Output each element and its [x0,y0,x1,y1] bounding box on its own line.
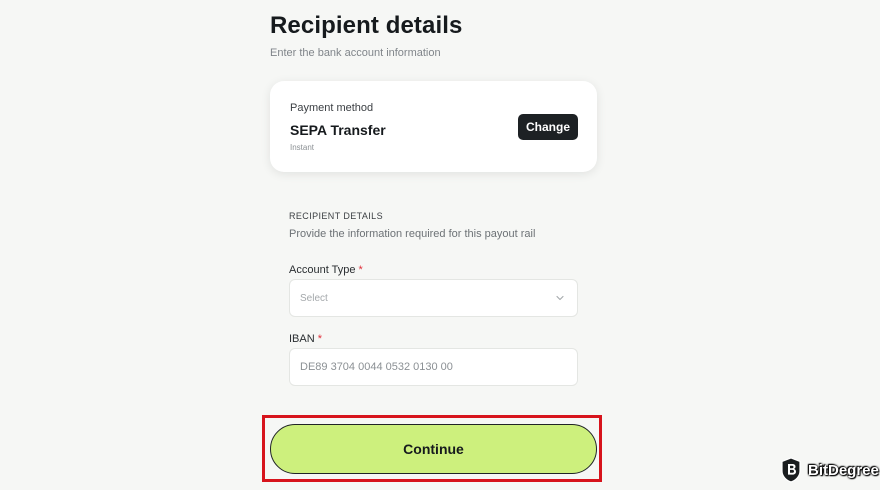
iban-input-wrapper [289,348,578,386]
account-type-label: Account Type * [289,264,363,276]
payment-method-speed: Instant [290,143,315,152]
page-title: Recipient details [270,12,463,39]
continue-button[interactable]: Continue [270,424,597,474]
account-type-select[interactable]: Select [289,279,578,317]
bitdegree-watermark: BitDegree [780,457,879,483]
account-type-required-mark: * [358,264,363,276]
payment-method-name: SEPA Transfer [290,122,386,138]
change-payment-method-button[interactable]: Change [518,114,578,140]
chevron-down-icon [556,295,564,301]
iban-required-mark: * [317,333,323,345]
page-subtitle: Enter the bank account information [270,47,441,59]
bitdegree-watermark-text: BitDegree [808,461,879,479]
recipient-details-page: Recipient details Enter the bank account… [0,0,880,490]
payment-method-label: Payment method [290,102,374,114]
iban-label: IBAN * [289,333,322,345]
bitdegree-logo-icon [781,457,801,483]
account-type-label-text: Account Type [289,264,356,276]
iban-input[interactable] [291,350,576,384]
account-type-select-value: Select [300,293,328,304]
recipient-section-description: Provide the information required for thi… [289,228,536,240]
recipient-section-heading: RECIPIENT DETAILS [289,211,383,221]
iban-label-text: IBAN [289,333,315,345]
payment-method-card: Payment method SEPA Transfer Instant Cha… [270,81,597,172]
